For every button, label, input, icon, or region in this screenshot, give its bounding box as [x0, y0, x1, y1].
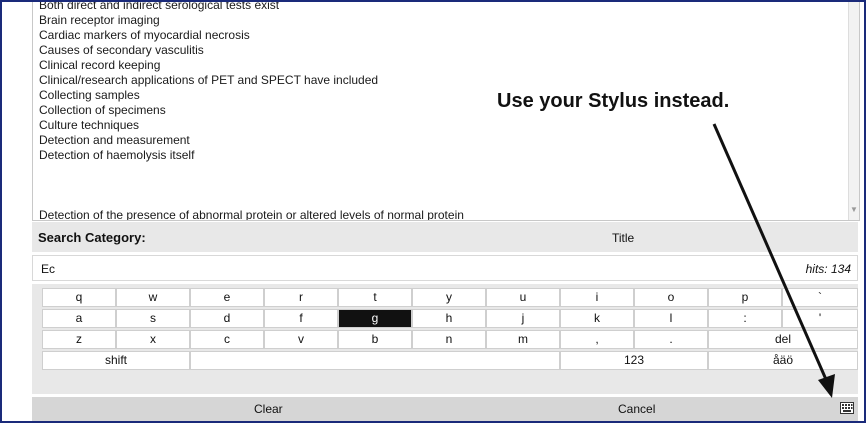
key-b[interactable]: b — [338, 330, 412, 349]
key-delete[interactable]: del — [708, 330, 858, 349]
key-s[interactable]: s — [116, 309, 190, 328]
results-scrollbar[interactable] — [848, 2, 859, 220]
key-i[interactable]: i — [560, 288, 634, 307]
list-item[interactable]: Collection of specimens — [39, 103, 166, 117]
list-item[interactable]: Collecting samples — [39, 88, 140, 102]
key-c[interactable]: c — [190, 330, 264, 349]
list-item[interactable]: Clinical/research applications of PET an… — [39, 73, 378, 87]
key-k[interactable]: k — [560, 309, 634, 328]
key-d[interactable]: d — [190, 309, 264, 328]
cancel-button[interactable]: Cancel — [618, 402, 655, 416]
key-m[interactable]: m — [486, 330, 560, 349]
key-123[interactable]: 123 — [560, 351, 708, 370]
key-g[interactable]: g — [338, 309, 412, 328]
bottom-bar: Clear Cancel — [32, 397, 858, 421]
key-e[interactable]: e — [190, 288, 264, 307]
search-category-label: Search Category: — [38, 230, 146, 245]
search-input[interactable]: Ec hits: 134 — [32, 255, 858, 281]
key-shift[interactable]: shift — [42, 351, 190, 370]
hits-count: hits: 134 — [805, 262, 851, 276]
list-item[interactable]: Detection of haemolysis itself — [39, 148, 194, 162]
search-category-bar: Search Category: Title — [32, 222, 858, 252]
list-item[interactable]: Causes of secondary vasculitis — [39, 43, 204, 57]
key-h[interactable]: h — [412, 309, 486, 328]
list-item[interactable]: Culture techniques — [39, 118, 139, 132]
key-t[interactable]: t — [338, 288, 412, 307]
app-frame: Both direct and indirect serological tes… — [0, 0, 866, 423]
results-list[interactable]: Both direct and indirect serological tes… — [32, 2, 860, 221]
key-v[interactable]: v — [264, 330, 338, 349]
list-item[interactable]: Both direct and indirect serological tes… — [39, 2, 279, 12]
key-l[interactable]: l — [634, 309, 708, 328]
key-o[interactable]: o — [634, 288, 708, 307]
scroll-down-icon[interactable]: ▼ — [849, 205, 859, 214]
key-p[interactable]: p — [708, 288, 782, 307]
key-u[interactable]: u — [486, 288, 560, 307]
key-w[interactable]: w — [116, 288, 190, 307]
list-item[interactable]: Detection of the presence of abnormal pr… — [39, 208, 464, 220]
list-item[interactable]: Brain receptor imaging — [39, 13, 160, 27]
key-q[interactable]: q — [42, 288, 116, 307]
search-panel: Both direct and indirect serological tes… — [32, 2, 860, 421]
onscreen-keyboard: q w e r t y u i o p ` a s d f g h j k l … — [32, 284, 858, 394]
key-j[interactable]: j — [486, 309, 560, 328]
list-item[interactable]: Detection and measurement — [39, 133, 190, 147]
search-input-value[interactable]: Ec — [41, 262, 55, 276]
key-r[interactable]: r — [264, 288, 338, 307]
key-backtick[interactable]: ` — [782, 288, 858, 307]
key-y[interactable]: y — [412, 288, 486, 307]
key-apostrophe[interactable]: ' — [782, 309, 858, 328]
keyboard-icon[interactable] — [840, 402, 854, 414]
key-f[interactable]: f — [264, 309, 338, 328]
key-comma[interactable]: , — [560, 330, 634, 349]
list-item[interactable]: Clinical record keeping — [39, 58, 160, 72]
key-z[interactable]: z — [42, 330, 116, 349]
key-colon[interactable]: : — [708, 309, 782, 328]
key-period[interactable]: . — [634, 330, 708, 349]
key-accents[interactable]: åäö — [708, 351, 858, 370]
category-selector[interactable]: Title — [612, 231, 634, 245]
key-space[interactable] — [190, 351, 560, 370]
key-n[interactable]: n — [412, 330, 486, 349]
key-x[interactable]: x — [116, 330, 190, 349]
key-a[interactable]: a — [42, 309, 116, 328]
list-item[interactable]: Cardiac markers of myocardial necrosis — [39, 28, 250, 42]
annotation-callout: Use your Stylus instead. — [497, 90, 730, 112]
clear-button[interactable]: Clear — [254, 402, 283, 416]
